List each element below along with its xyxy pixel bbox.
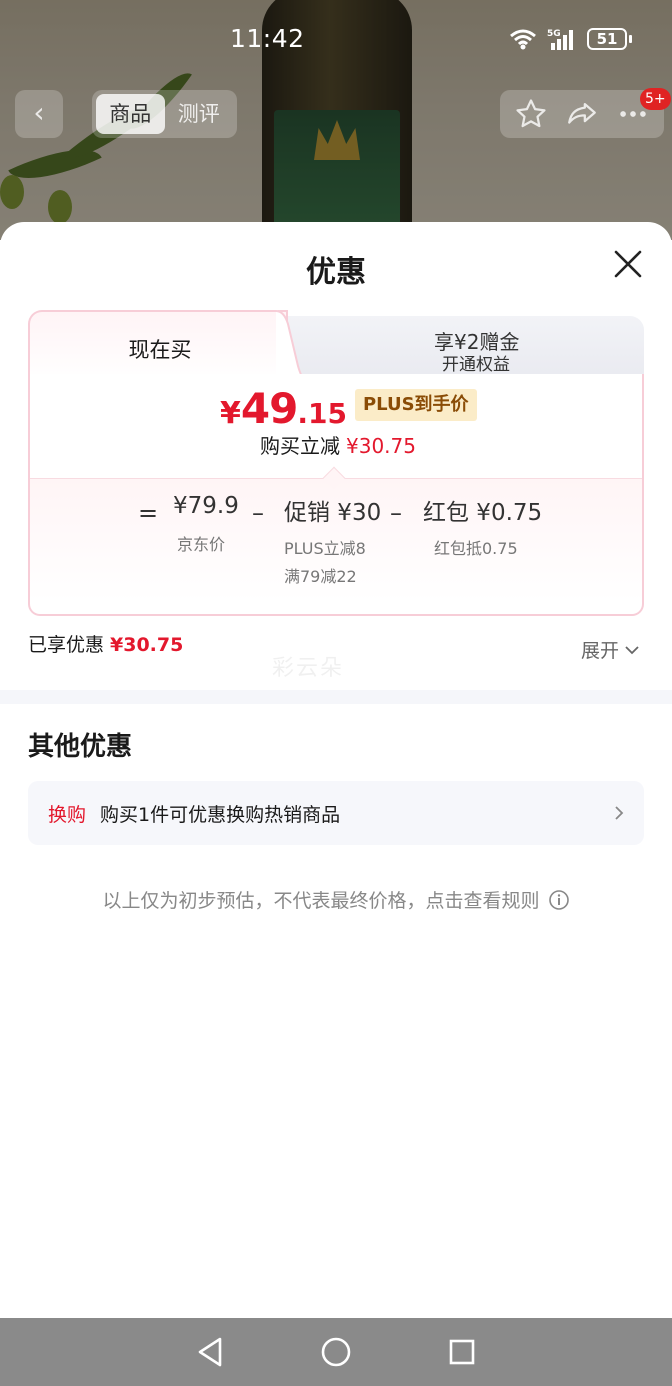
price-currency: ¥ [220,396,241,431]
favorite-star-icon[interactable] [514,97,548,131]
disclaimer-text: 以上仅为初步预估，不代表最终价格，点击查看规则 [102,890,540,912]
tab-membership-benefit[interactable]: 享¥2赠金 开通权益 [274,316,644,380]
swap-offer-text: 购买1件可优惠换购热销商品 [100,803,341,826]
sheet-title: 优惠 [306,255,366,290]
tab-buy-now-label: 现在买 [128,338,192,362]
total-discount: 已享优惠 ¥30.75 [28,630,183,657]
info-icon [548,889,569,910]
tab-edge [276,310,306,382]
status-bar: 11:42 5G 51 [0,0,672,80]
chevron-down-icon [625,645,639,654]
reduction-amount: ¥30.75 [346,434,416,458]
svg-text:5G: 5G [547,29,561,39]
price-breakdown-body: ¥ 49 .15 PLUS到手价 购买立减 ¥30.75 = ¥79.9 京东价 … [28,374,644,616]
section-divider [0,690,672,704]
home-circle-icon[interactable] [320,1336,352,1368]
minus-sign-1: – [252,499,264,527]
system-navigation-bar [0,1318,672,1386]
battery-icon: 51 [587,28,632,50]
chevron-right-icon [615,806,624,820]
benefit-subtitle: 开通权益 [442,355,510,375]
jd-price-value: ¥79.9 [173,493,239,519]
price-integer: 49 [240,384,298,433]
clock: 11:42 [230,24,305,53]
swap-tag: 换购 [48,803,87,826]
promo-value: 促销 ¥30 [284,500,382,526]
tab-product[interactable]: 商品 [96,94,165,134]
expand-button[interactable]: 展开 [581,636,639,663]
discount-sheet: 优惠 享¥2赠金 开通权益 现在买 ¥ 49 .15 PLUS到手价 购买立减 ¥… [0,222,672,1318]
tab-buy-now[interactable]: 现在买 [28,310,288,382]
red-packet-value: 红包 ¥0.75 [423,500,543,526]
plus-price-tag: PLUS到手价 [354,388,477,421]
close-button[interactable] [610,246,646,282]
message-count-badge: 5+ [640,88,671,110]
product-tabs: 商品 测评 [92,90,237,138]
expand-label: 展开 [581,640,620,662]
promo-detail-plus: PLUS立减8 [284,539,366,558]
price-decimal: .15 [297,397,347,430]
promo-detail-full-reduction: 满79减22 [284,567,357,586]
close-icon [614,250,642,278]
red-packet-detail: 红包抵0.75 [434,539,518,558]
back-button[interactable]: ‹ [15,90,63,138]
total-discount-label: 已享优惠 [28,634,105,656]
back-triangle-icon[interactable] [196,1336,224,1368]
price-calculation: = ¥79.9 京东价 – 促销 ¥30 PLUS立减8 满79减22 – 红包… [30,478,642,602]
minus-sign-2: – [390,499,402,527]
swap-offer-row[interactable]: 换购 购买1件可优惠换购热销商品 [28,781,644,845]
pricing-rules-link[interactable]: 以上仅为初步预估，不代表最终价格，点击查看规则 [0,886,672,913]
share-icon[interactable] [565,97,599,131]
other-offers-title: 其他优惠 [28,732,133,762]
jd-price-label: 京东价 [177,535,226,554]
total-discount-amount: ¥30.75 [110,634,184,656]
instant-reduction: 购买立减 ¥30.75 [260,430,416,459]
battery-level: 51 [587,28,627,50]
cellular-signal-icon: 5G [547,27,577,51]
final-price: ¥ 49 .15 PLUS到手价 [220,384,477,433]
wifi-icon [509,28,537,50]
price-breakdown-card: 享¥2赠金 开通权益 现在买 ¥ 49 .15 PLUS到手价 购买立减 ¥30.… [28,310,644,616]
equals-sign: = [138,499,159,527]
tab-review[interactable]: 测评 [165,94,234,134]
reduction-label: 购买立减 [260,434,340,458]
watermark: 彩云朵 [272,656,345,681]
recents-square-icon[interactable] [448,1338,476,1366]
